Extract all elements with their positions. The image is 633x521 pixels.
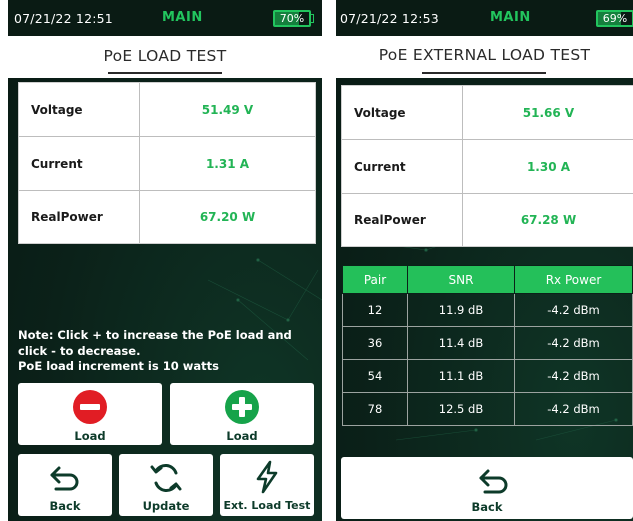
back-label: Back: [49, 499, 81, 513]
header-snr: SNR: [407, 265, 515, 294]
load-increase-button[interactable]: Load: [170, 383, 314, 445]
poe-external-load-test-screen: 07/21/22 12:53 MAIN 69% PoE EXTERNAL LOA…: [336, 0, 633, 521]
current-label: Current: [354, 159, 406, 174]
status-mode: MAIN: [490, 10, 531, 25]
load-decrease-button[interactable]: Load: [18, 383, 162, 445]
update-button[interactable]: Update: [119, 454, 213, 516]
note-line-3: PoE load increment is 10 watts: [18, 359, 219, 373]
pair-cell: 54: [342, 359, 408, 393]
voltage-value: 51.49 V: [139, 83, 315, 136]
page-title: PoE EXTERNAL LOAD TEST: [378, 46, 591, 64]
measurement-row-voltage: Voltage 51.66 V: [342, 86, 633, 140]
snr-cell: 11.9 dB: [407, 293, 515, 327]
header-pair: Pair: [342, 265, 408, 294]
measurement-row-current: Current 1.31 A: [19, 137, 315, 191]
voltage-value: 51.66 V: [462, 86, 633, 139]
snr-table-header: Pair SNR Rx Power: [342, 265, 633, 294]
table-row: 54 11.1 dB -4.2 dBm: [342, 359, 633, 393]
table-row: 36 11.4 dB -4.2 dBm: [342, 326, 633, 360]
current-value: 1.30 A: [462, 140, 633, 193]
back-arrow-icon: [479, 469, 508, 494]
snr-table: Pair SNR Rx Power 12 11.9 dB -4.2 dBm 36…: [342, 265, 633, 426]
status-mode: MAIN: [162, 10, 203, 25]
measurement-row-realpower: RealPower 67.28 W: [342, 194, 633, 246]
pair-cell: 12: [342, 293, 408, 327]
battery-indicator: 70%: [273, 10, 311, 27]
lightning-bolt-icon: [256, 460, 278, 494]
rx-power-cell: -4.2 dBm: [514, 293, 633, 327]
status-bar: 07/21/22 12:53 MAIN 69%: [336, 0, 633, 36]
battery-indicator: 69%: [596, 10, 633, 27]
realpower-label: RealPower: [31, 210, 103, 224]
title-bar: PoE EXTERNAL LOAD TEST: [336, 36, 633, 78]
title-underline: [422, 72, 546, 74]
rx-power-cell: -4.2 dBm: [514, 392, 633, 426]
measurement-table: Voltage 51.66 V Current 1.30 A RealPower…: [341, 85, 633, 247]
page-title: PoE LOAD TEST: [103, 47, 227, 65]
realpower-label: RealPower: [354, 213, 426, 227]
snr-cell: 12.5 dB: [407, 392, 515, 426]
realpower-value: 67.20 W: [139, 191, 315, 243]
snr-cell: 11.1 dB: [407, 359, 515, 393]
current-value: 1.31 A: [139, 137, 315, 190]
note-line-2: click - to decrease.: [18, 343, 141, 358]
voltage-label: Voltage: [31, 102, 83, 117]
title-underline: [108, 72, 222, 74]
measurement-row-realpower: RealPower 67.20 W: [19, 191, 315, 243]
realpower-value: 67.28 W: [462, 194, 633, 246]
pair-cell: 78: [342, 392, 408, 426]
voltage-label: Voltage: [354, 105, 406, 120]
rx-power-cell: -4.2 dBm: [514, 326, 633, 360]
load-increase-label: Load: [226, 429, 258, 443]
network-background-graphic: [355, 229, 618, 441]
measurement-row-current: Current 1.30 A: [342, 140, 633, 194]
ext-load-test-button[interactable]: Ext. Load Test: [220, 454, 314, 516]
minus-circle-icon: [73, 390, 107, 424]
table-row: 78 12.5 dB -4.2 dBm: [342, 392, 633, 426]
rx-power-cell: -4.2 dBm: [514, 359, 633, 393]
load-decrease-label: Load: [74, 429, 106, 443]
battery-tip: [311, 14, 314, 23]
title-bar: PoE LOAD TEST: [8, 36, 322, 78]
load-note: Note: Click + to increase the PoE load a…: [18, 328, 318, 375]
note-line-1: Note: Click + to increase the PoE load a…: [18, 328, 292, 342]
measurement-row-voltage: Voltage 51.49 V: [19, 83, 315, 137]
snr-cell: 11.4 dB: [407, 326, 515, 360]
back-button[interactable]: Back: [341, 457, 633, 519]
ext-load-test-label: Ext. Load Test: [223, 499, 311, 512]
header-rx-power: Rx Power: [514, 265, 633, 294]
status-bar: 07/21/22 12:51 MAIN 70%: [8, 0, 322, 36]
status-time: 07/21/22 12:53: [340, 11, 439, 26]
back-button[interactable]: Back: [18, 454, 112, 516]
table-row: 12 11.9 dB -4.2 dBm: [342, 293, 633, 327]
plus-circle-icon: [225, 390, 259, 424]
measurement-table: Voltage 51.49 V Current 1.31 A RealPower…: [18, 82, 316, 244]
current-label: Current: [31, 156, 83, 171]
poe-load-test-screen: 07/21/22 12:51 MAIN 70% PoE LOAD TEST Vo…: [8, 0, 322, 521]
refresh-icon: [150, 464, 182, 492]
battery-percent: 70%: [279, 12, 305, 25]
update-label: Update: [142, 499, 190, 513]
back-arrow-icon: [50, 466, 79, 491]
battery-percent: 69%: [602, 12, 628, 25]
status-time: 07/21/22 12:51: [14, 11, 113, 26]
pair-cell: 36: [342, 326, 408, 360]
back-label: Back: [471, 500, 503, 514]
